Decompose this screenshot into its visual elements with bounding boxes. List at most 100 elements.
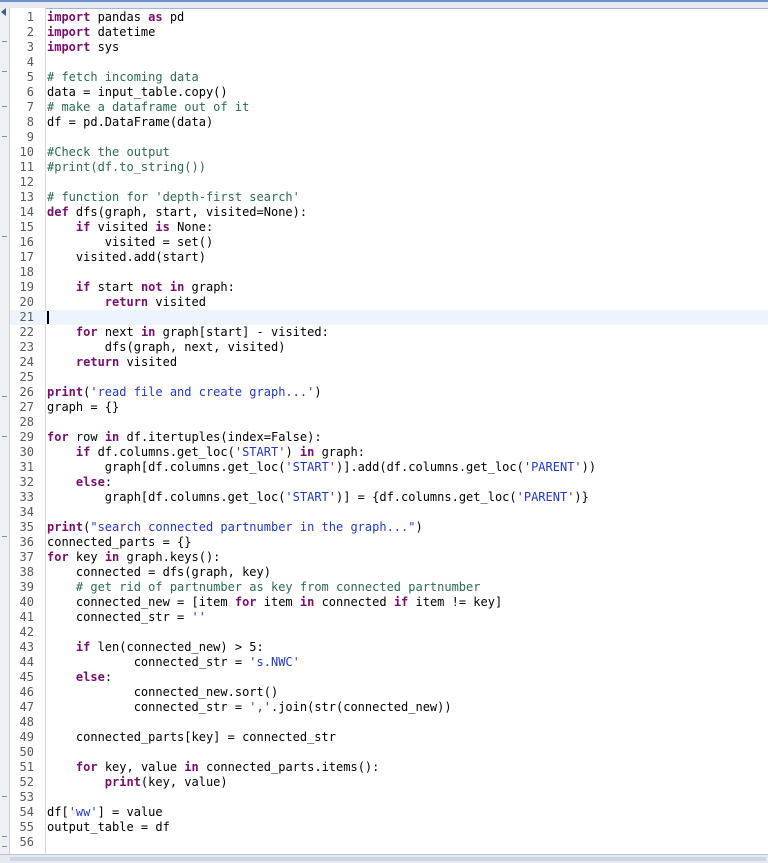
code-line[interactable]: 21 (10, 310, 768, 325)
code-text[interactable]: connected_new.sort() (47, 685, 279, 700)
code-editor[interactable]: 1 import pandas as pd 2 import datetime 3 imp… (10, 10, 768, 854)
code-line[interactable]: 28 (10, 415, 768, 430)
code-text[interactable]: if start not in graph: (47, 280, 235, 295)
code-line[interactable]: 42 (10, 625, 768, 640)
code-line[interactable]: 40 connected_new = [item for item in con… (10, 595, 768, 610)
code-text[interactable]: # function for 'depth-first search' (47, 190, 300, 205)
code-text[interactable]: dfs(graph, next, visited) (47, 340, 286, 355)
code-line[interactable]: 9 (10, 130, 768, 145)
code-line[interactable]: 47 connected_str = ','.join(str(connecte… (10, 700, 768, 715)
code-line[interactable]: 54 df['ww'] = value (10, 805, 768, 820)
code-line[interactable]: 11 #print(df.to_string()) (10, 160, 768, 175)
code-text[interactable]: connected_str = '' (47, 610, 206, 625)
code-line[interactable]: 16 visited = set() (10, 235, 768, 250)
code-text[interactable]: print('read file and create graph...') (47, 385, 322, 400)
code-text[interactable]: import datetime (47, 25, 155, 40)
code-line[interactable]: 52 print(key, value) (10, 775, 768, 790)
code-text[interactable]: print(key, value) (47, 775, 228, 790)
code-text[interactable]: connected_str = 's.NWC' (47, 655, 300, 670)
code-text[interactable]: for key in graph.keys(): (47, 550, 220, 565)
code-line[interactable]: 37 for key in graph.keys(): (10, 550, 768, 565)
code-text[interactable]: def dfs(graph, start, visited=None): (47, 205, 307, 220)
code-text[interactable]: #print(df.to_string()) (47, 160, 206, 175)
code-line[interactable]: 46 connected_new.sort() (10, 685, 768, 700)
code-text[interactable]: connected_new = [item for item in connec… (47, 595, 502, 610)
code-line[interactable]: 49 connected_parts[key] = connected_str (10, 730, 768, 745)
code-text[interactable]: connected_str = ','.join(str(connected_n… (47, 700, 452, 715)
code-line[interactable]: 27 graph = {} (10, 400, 768, 415)
code-line[interactable]: 2 import datetime (10, 25, 768, 40)
code-text[interactable]: if df.columns.get_loc('START') in graph: (47, 445, 365, 460)
code-line[interactable]: 18 (10, 265, 768, 280)
code-line[interactable]: 3 import sys (10, 40, 768, 55)
code-line[interactable]: 23 dfs(graph, next, visited) (10, 340, 768, 355)
code-line[interactable]: 43 if len(connected_new) > 5: (10, 640, 768, 655)
code-line[interactable]: 56 (10, 835, 768, 850)
code-line[interactable]: 14 def dfs(graph, start, visited=None): (10, 205, 768, 220)
code-line[interactable]: 5 # fetch incoming data (10, 70, 768, 85)
left-marker-rail[interactable] (0, 8, 10, 854)
code-text[interactable]: for row in df.itertuples(index=False): (47, 430, 322, 445)
code-text[interactable]: visited.add(start) (47, 250, 206, 265)
code-text[interactable]: data = input_table.copy() (47, 85, 228, 100)
code-line[interactable]: 7 # make a dataframe out of it (10, 100, 768, 115)
code-line[interactable]: 13 # function for 'depth-first search' (10, 190, 768, 205)
code-text[interactable]: output_table = df (47, 820, 170, 835)
code-text[interactable]: print("search connected partnumber in th… (47, 520, 423, 535)
code-text[interactable]: # fetch incoming data (47, 70, 199, 85)
code-text[interactable]: graph[df.columns.get_loc('START')].add(d… (47, 460, 596, 475)
code-line[interactable]: 45 else: (10, 670, 768, 685)
code-line[interactable]: 25 (10, 370, 768, 385)
code-line[interactable]: 17 visited.add(start) (10, 250, 768, 265)
code-line[interactable]: 20 return visited (10, 295, 768, 310)
code-line[interactable]: 6 data = input_table.copy() (10, 85, 768, 100)
scrollbar-thumb[interactable] (10, 857, 766, 861)
code-text[interactable]: for key, value in connected_parts.items(… (47, 760, 379, 775)
code-line[interactable]: 26 print('read file and create graph...') (10, 385, 768, 400)
code-line[interactable]: 30 if df.columns.get_loc('START') in gra… (10, 445, 768, 460)
code-text[interactable]: for next in graph[start] - visited: (47, 325, 329, 340)
code-line[interactable]: 33 graph[df.columns.get_loc('START')] = … (10, 490, 768, 505)
code-text[interactable]: else: (47, 475, 112, 490)
code-line[interactable]: 8 df = pd.DataFrame(data) (10, 115, 768, 130)
code-line[interactable]: 31 graph[df.columns.get_loc('START')].ad… (10, 460, 768, 475)
code-line[interactable]: 38 connected = dfs(graph, key) (10, 565, 768, 580)
code-text[interactable]: import sys (47, 40, 119, 55)
code-text[interactable]: #Check the output (47, 145, 170, 160)
code-line[interactable]: 12 (10, 175, 768, 190)
code-text[interactable]: return visited (47, 295, 206, 310)
code-text[interactable]: return visited (47, 355, 177, 370)
code-text[interactable]: # get rid of partnumber as key from conn… (47, 580, 481, 595)
code-line[interactable]: 36 connected_parts = {} (10, 535, 768, 550)
code-line[interactable]: 32 else: (10, 475, 768, 490)
code-text[interactable]: df = pd.DataFrame(data) (47, 115, 213, 130)
code-line[interactable]: 29 for row in df.itertuples(index=False): (10, 430, 768, 445)
code-text[interactable]: graph = {} (47, 400, 119, 415)
collapse-arrow-icon[interactable] (1, 8, 6, 16)
code-text[interactable]: connected_parts = {} (47, 535, 192, 550)
code-text[interactable]: visited = set() (47, 235, 213, 250)
code-line[interactable]: 53 (10, 790, 768, 805)
code-text[interactable]: connected = dfs(graph, key) (47, 565, 271, 580)
code-text[interactable]: if len(connected_new) > 5: (47, 640, 264, 655)
code-line[interactable]: 24 return visited (10, 355, 768, 370)
code-line[interactable]: 19 if start not in graph: (10, 280, 768, 295)
code-text[interactable]: # make a dataframe out of it (47, 100, 249, 115)
code-line[interactable]: 35 print("search connected partnumber in … (10, 520, 768, 535)
code-line[interactable]: 44 connected_str = 's.NWC' (10, 655, 768, 670)
code-line[interactable]: 15 if visited is None: (10, 220, 768, 235)
code-text[interactable]: else: (47, 670, 112, 685)
code-line[interactable]: 4 (10, 55, 768, 70)
code-line[interactable]: 1 import pandas as pd (10, 10, 768, 25)
code-line[interactable]: 34 (10, 505, 768, 520)
code-line[interactable]: 10 #Check the output (10, 145, 768, 160)
code-line[interactable]: 41 connected_str = '' (10, 610, 768, 625)
code-text[interactable]: import pandas as pd (47, 10, 184, 25)
code-line[interactable]: 39 # get rid of partnumber as key from c… (10, 580, 768, 595)
code-text[interactable]: if visited is None: (47, 220, 213, 235)
code-text[interactable]: graph[df.columns.get_loc('START')] = {df… (47, 490, 589, 505)
code-line[interactable]: 50 (10, 745, 768, 760)
code-line[interactable]: 55 output_table = df (10, 820, 768, 835)
code-line[interactable]: 51 for key, value in connected_parts.ite… (10, 760, 768, 775)
code-text[interactable]: connected_parts[key] = connected_str (47, 730, 336, 745)
